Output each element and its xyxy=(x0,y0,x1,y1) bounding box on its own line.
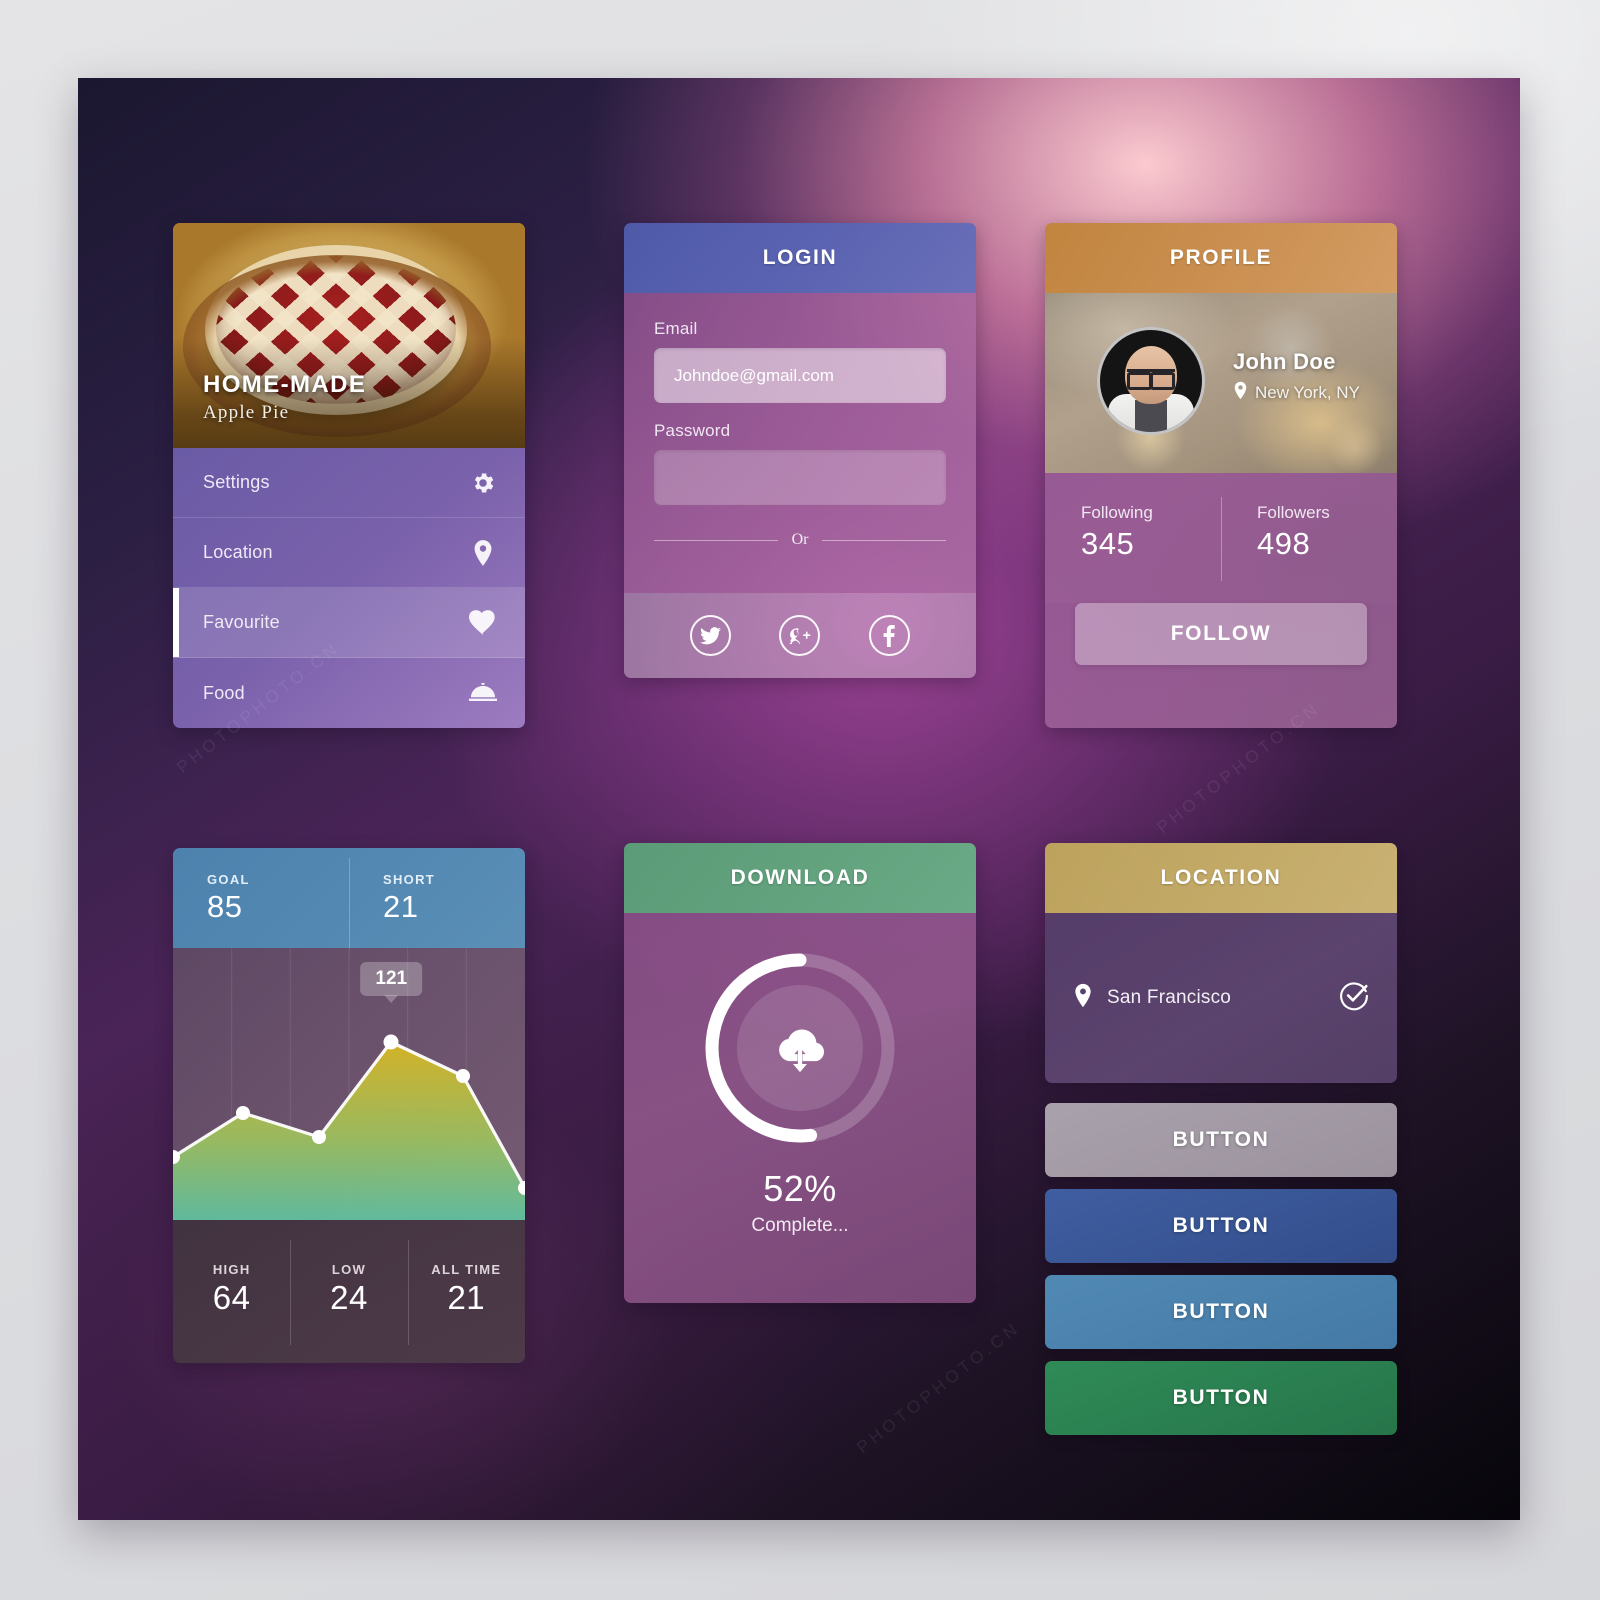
sidebar-item-location[interactable]: Location xyxy=(173,518,525,588)
stat-short: SHORT 21 xyxy=(349,858,525,958)
divider-line-left xyxy=(654,539,778,541)
facebook-icon[interactable] xyxy=(868,615,910,656)
google-plus-icon[interactable] xyxy=(779,615,821,656)
progress-ring xyxy=(701,949,899,1147)
pin-icon xyxy=(1233,381,1248,405)
login-card-title: LOGIN xyxy=(624,223,976,293)
button-info[interactable]: BUTTON xyxy=(1045,1275,1397,1349)
stat-label: ALL TIME xyxy=(431,1262,502,1277)
or-divider: Or xyxy=(654,531,947,549)
button-primary[interactable]: BUTTON xyxy=(1045,1189,1397,1263)
location-card-title: LOCATION xyxy=(1045,843,1397,913)
pin-icon xyxy=(467,537,499,569)
menu-list: Settings Location Favourite Food xyxy=(173,448,525,728)
photo-caption: HOME-MADE Apple Pie xyxy=(203,371,366,424)
chart-top-stats: GOAL 85 SHORT 21 xyxy=(173,848,525,958)
profile-location-label: New York, NY xyxy=(1255,383,1360,402)
follow-button-area: FOLLOW xyxy=(1045,603,1397,728)
download-percent: 52% xyxy=(763,1168,837,1209)
login-form: Email Johndoe@gmail.com Password Or xyxy=(624,293,976,593)
button-success[interactable]: BUTTON xyxy=(1045,1361,1397,1435)
stat-label: Following xyxy=(1081,503,1153,522)
stat-label: SHORT xyxy=(383,872,435,887)
stat-following: Following 345 xyxy=(1045,503,1221,603)
location-card: LOCATION San Francisco xyxy=(1045,843,1397,1083)
food-photo: HOME-MADE Apple Pie xyxy=(173,223,525,448)
sidebar-item-label: Favourite xyxy=(203,612,280,632)
sidebar-item-settings[interactable]: Settings xyxy=(173,448,525,518)
social-login-bar xyxy=(624,593,976,678)
button-default[interactable]: BUTTON xyxy=(1045,1103,1397,1177)
ui-kit-canvas: HOME-MADE Apple Pie Settings Location Fa… xyxy=(78,78,1520,1520)
page-root: HOME-MADE Apple Pie Settings Location Fa… xyxy=(0,0,1600,1600)
stat-value: 64 xyxy=(212,1279,251,1316)
chart-tooltip: 121 xyxy=(360,962,423,996)
profile-location: New York, NY xyxy=(1233,381,1360,405)
avatar-glasses xyxy=(1127,369,1175,390)
email-label: Email xyxy=(654,319,698,338)
stat-value: 85 xyxy=(207,889,243,924)
stat-value: 21 xyxy=(447,1279,486,1316)
login-card: LOGIN Email Johndoe@gmail.com Password O… xyxy=(624,223,976,678)
download-card-title: DOWNLOAD xyxy=(624,843,976,913)
stat-followers: Followers 498 xyxy=(1221,497,1397,603)
location-row[interactable]: San Francisco xyxy=(1045,913,1397,1083)
stat-value: 345 xyxy=(1081,526,1135,561)
stat-label: Followers xyxy=(1257,503,1330,522)
or-label: Or xyxy=(791,531,809,548)
profile-cover-image: John Doe New York, NY xyxy=(1045,293,1397,473)
sidebar-item-label: Location xyxy=(203,542,273,562)
stat-value: 21 xyxy=(383,889,419,924)
sidebar-item-label: Settings xyxy=(203,472,270,492)
watermark: PHOTOPHOTO.CN xyxy=(853,1318,1024,1458)
profile-card: PROFILE John Doe New York, NY Following … xyxy=(1045,223,1397,728)
stat-all-time: ALL TIME 21 xyxy=(407,1240,525,1363)
chart-bottom-stats: HIGH 64 LOW 24 ALL TIME 21 xyxy=(173,1220,525,1363)
password-label: Password xyxy=(654,421,731,440)
avatar-apron xyxy=(1135,400,1167,432)
stat-goal: GOAL 85 xyxy=(173,872,349,948)
cloche-icon xyxy=(467,677,499,709)
download-card: DOWNLOAD 52% Complete... xyxy=(624,843,976,1303)
sidebar-item-food[interactable]: Food xyxy=(173,658,525,728)
location-name: San Francisco xyxy=(1107,987,1232,1008)
divider-line-right xyxy=(822,539,947,541)
profile-name: John Doe xyxy=(1233,349,1336,374)
pin-icon xyxy=(1073,983,1093,1013)
download-status: Complete... xyxy=(751,1215,849,1236)
profile-stats: Following 345 Followers 498 xyxy=(1045,473,1397,603)
heart-icon xyxy=(467,607,499,639)
check-circle-icon[interactable] xyxy=(1339,981,1369,1016)
email-field[interactable]: Johndoe@gmail.com xyxy=(654,348,946,403)
cloud-download-icon[interactable] xyxy=(737,985,863,1111)
sidebar-item-favourite[interactable]: Favourite xyxy=(173,588,525,658)
photo-subtitle: Apple Pie xyxy=(203,402,290,423)
sidebar-item-label: Food xyxy=(203,682,245,703)
profile-card-title: PROFILE xyxy=(1045,223,1397,293)
stat-label: LOW xyxy=(331,1262,367,1277)
stat-low: LOW 24 xyxy=(290,1240,407,1363)
area-chart-svg xyxy=(173,948,525,1220)
stat-value: 24 xyxy=(330,1279,368,1316)
download-body: 52% Complete... xyxy=(624,913,976,1303)
photo-title: HOME-MADE xyxy=(203,371,367,398)
stat-label: GOAL xyxy=(207,872,250,887)
follow-button[interactable]: FOLLOW xyxy=(1075,603,1367,665)
stat-high: HIGH 64 xyxy=(173,1262,290,1363)
button-stack: BUTTON BUTTON BUTTON BUTTON xyxy=(1045,1103,1397,1447)
avatar xyxy=(1097,327,1205,435)
area-chart: 121 xyxy=(173,948,525,1220)
password-field[interactable] xyxy=(654,450,946,505)
menu-card: HOME-MADE Apple Pie Settings Location Fa… xyxy=(173,223,525,728)
gear-icon xyxy=(467,467,499,499)
stat-value: 498 xyxy=(1257,526,1311,561)
field-spacer xyxy=(654,403,946,421)
stats-chart-card: GOAL 85 SHORT 21 121 HIGH 64 LOW 24 ALL … xyxy=(173,848,525,1363)
twitter-icon[interactable] xyxy=(690,615,732,656)
stat-label: HIGH xyxy=(212,1262,251,1277)
